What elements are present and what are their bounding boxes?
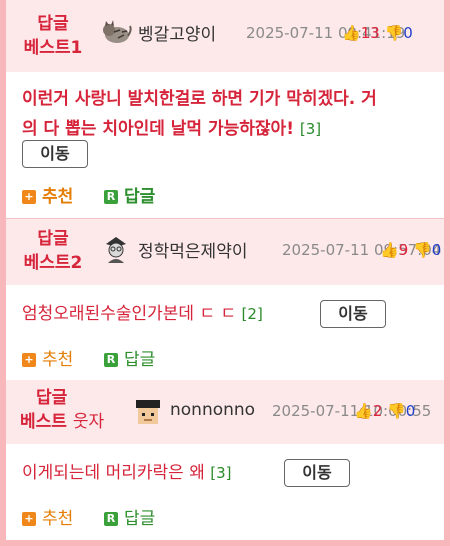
recommend-label: 추천 <box>42 187 74 207</box>
best-reply-card-1: 답글 베스트1 벵갈고양이 2025-07-11 09:41:19 👍13 👎0… <box>6 0 444 218</box>
reply-header: 답글 베스트 웃자 nonnonno 2025-07-11 10:00:55 👍… <box>6 380 444 444</box>
badge-category: 웃자 <box>72 412 105 432</box>
best-replies-panel: 답글 베스트1 벵갈고양이 2025-07-11 09:41:19 👍13 👎0… <box>6 0 444 540</box>
reply-label: 답글 <box>124 350 156 370</box>
reply-button[interactable]: R 답글 <box>104 182 155 207</box>
reply-body: 이런거 사랑니 발치한걸로 하면 기가 막히겠다. 거 의 다 뽑는 치아인데 … <box>22 84 434 144</box>
reply-text-line1: 엄청오래된수술인가본데 ㄷ ㄷ <box>22 304 237 324</box>
nickname[interactable]: 벵갈고양이 <box>138 20 216 45</box>
plus-icon: + <box>22 190 36 204</box>
reply-count[interactable]: [3] <box>300 120 321 138</box>
recommend-button[interactable]: + 추천 <box>22 345 73 370</box>
upvote-count: 9 <box>398 241 409 259</box>
reply-label: 답글 <box>124 187 156 207</box>
best-badge: 답글 베스트2 <box>18 227 88 275</box>
thumbs-up-icon[interactable]: 👍 <box>380 241 399 259</box>
recommend-label: 추천 <box>42 350 74 370</box>
recommend-button[interactable]: + 추천 <box>22 182 73 207</box>
avatar[interactable] <box>100 233 132 265</box>
move-button[interactable]: 이동 <box>22 140 88 168</box>
upvote-count: 13 <box>360 24 380 42</box>
badge-line2: 베스트2 <box>23 253 83 273</box>
reply-text-line1: 이게되는데 머리카락은 왜 <box>22 463 205 483</box>
badge-line2: 베스트1 <box>23 38 83 58</box>
reply-header: 답글 베스트2 정학먹은제약이 2025-07-11 09:57:04 👍9 👎… <box>6 219 444 285</box>
nickname[interactable]: nonnonno <box>170 400 255 420</box>
reply-count[interactable]: [2] <box>242 305 263 323</box>
badge-line1: 답글 <box>37 229 69 249</box>
downvote-count: 0 <box>405 402 416 420</box>
plus-icon: + <box>22 353 36 367</box>
reply-body: 이게되는데 머리카락은 왜 [3] <box>22 458 282 488</box>
best-reply-card-2: 답글 베스트2 정학먹은제약이 2025-07-11 09:57:04 👍9 👎… <box>6 219 444 379</box>
vote-counts: 👍13 👎0 <box>342 24 413 42</box>
badge-line2: 베스트 <box>20 412 67 432</box>
nickname[interactable]: 정학먹은제약이 <box>138 237 247 262</box>
thumbs-down-icon[interactable]: 👎 <box>413 241 432 259</box>
vote-counts: 👍9 👎0 <box>380 241 441 259</box>
reply-button[interactable]: R 답글 <box>104 504 155 529</box>
reply-count[interactable]: [3] <box>210 464 231 482</box>
recommend-button[interactable]: + 추천 <box>22 504 73 529</box>
thumbs-down-icon[interactable]: 👎 <box>387 402 406 420</box>
reply-header: 답글 베스트1 벵갈고양이 2025-07-11 09:41:19 👍13 👎0 <box>6 0 444 72</box>
move-button[interactable]: 이동 <box>284 459 350 487</box>
move-button[interactable]: 이동 <box>320 300 386 328</box>
reply-button[interactable]: R 답글 <box>104 345 155 370</box>
reply-r-icon: R <box>104 353 118 367</box>
thumbs-up-icon[interactable]: 👍 <box>342 24 361 42</box>
badge-line1: 답글 <box>37 14 69 34</box>
plus-icon: + <box>22 512 36 526</box>
badge-line1: 답글 <box>36 388 68 408</box>
avatar[interactable] <box>100 16 132 48</box>
upvote-count: 2 <box>372 402 383 420</box>
best-badge: 답글 베스트 웃자 <box>20 386 130 434</box>
thumbs-up-icon[interactable]: 👍 <box>354 402 373 420</box>
downvote-count: 0 <box>403 24 413 42</box>
downvote-count: 0 <box>431 241 442 259</box>
reply-label: 답글 <box>124 509 156 529</box>
vote-counts: 👍2 👎0 <box>354 402 415 420</box>
reply-body: 엄청오래된수술인가본데 ㄷ ㄷ [2] <box>22 299 322 329</box>
reply-text-line2: 의 다 뽑는 치아인데 날먹 가능하잖아! <box>22 119 294 139</box>
reply-r-icon: R <box>104 512 118 526</box>
avatar[interactable] <box>132 396 164 428</box>
reply-text-line1: 이런거 사랑니 발치한걸로 하면 기가 막히겠다. 거 <box>22 89 377 109</box>
best-reply-card-3: 답글 베스트 웃자 nonnonno 2025-07-11 10:00:55 👍… <box>6 380 444 540</box>
thumbs-down-icon[interactable]: 👎 <box>385 24 404 42</box>
best-badge: 답글 베스트1 <box>18 12 88 60</box>
reply-r-icon: R <box>104 190 118 204</box>
recommend-label: 추천 <box>42 509 74 529</box>
